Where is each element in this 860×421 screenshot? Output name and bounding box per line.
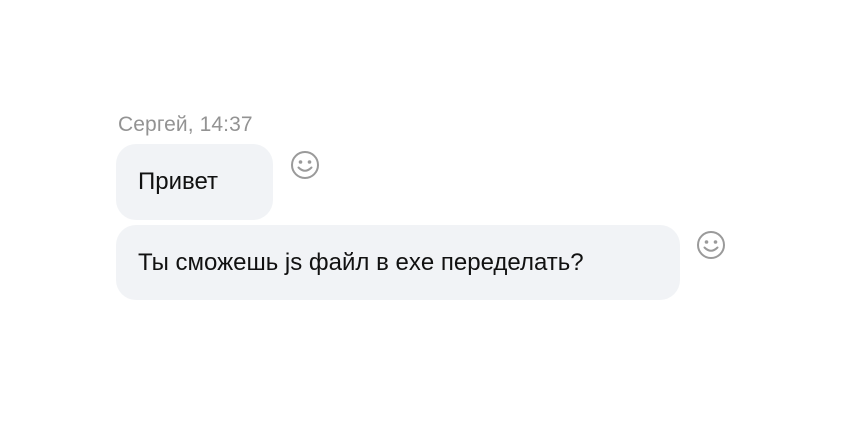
chat-conversation: Сергей, 14:37 Привет Ты сможешь js файл … bbox=[0, 0, 860, 421]
message-text: Ты сможешь js файл в exe переделать? bbox=[138, 248, 584, 276]
sender-name-and-time: Сергей, 14:37 bbox=[118, 113, 253, 136]
message-text: Привет bbox=[138, 168, 219, 195]
smiley-face-icon[interactable] bbox=[695, 229, 727, 261]
smiley-face-icon[interactable] bbox=[289, 149, 321, 181]
message-bubble[interactable]: Привет bbox=[116, 144, 273, 220]
message-bubble[interactable]: Ты сможешь js файл в exe переделать? bbox=[116, 225, 680, 300]
